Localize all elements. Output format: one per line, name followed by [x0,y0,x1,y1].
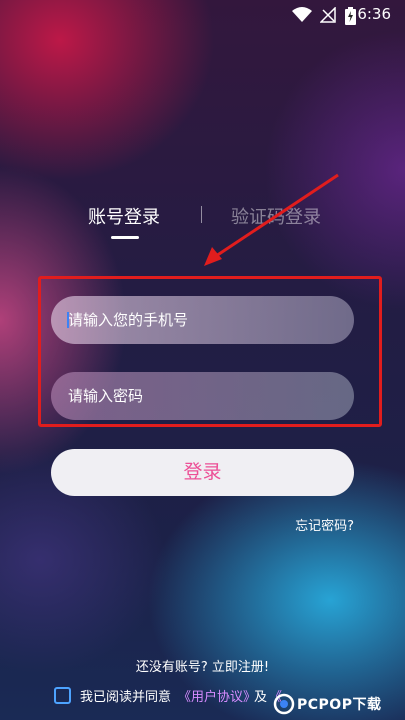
watermark-logo-icon [273,693,295,715]
no-signal-icon [320,7,336,23]
phone-placeholder: 请输入您的手机号 [68,311,189,329]
status-time: 6:36 [357,5,391,23]
phone-input[interactable]: 请输入您的手机号 [51,296,354,344]
password-input[interactable]: 请输入密码 [51,372,354,420]
agreement-and: 及 [254,690,268,705]
wifi-icon [292,7,312,22]
tab-active-indicator [111,236,139,239]
tab-code-login[interactable]: 验证码登录 [231,203,321,229]
tab-account-login[interactable]: 账号登录 [88,203,160,229]
text-caret [67,312,69,328]
watermark-text: PCPOP下载 [297,697,382,713]
login-tabs: 账号登录 验证码登录 [0,200,405,245]
agreement-prefix: 我已阅读并同意 [80,690,172,705]
agreement-checkbox[interactable] [54,687,71,704]
login-button[interactable]: 登录 [51,449,354,496]
watermark: PCPOP下载 [273,690,403,718]
password-placeholder: 请输入密码 [68,387,144,405]
forgot-password-link[interactable]: 忘记密码? [295,515,354,534]
battery-charging-icon [345,7,356,25]
tab-divider [201,206,202,223]
status-bar: 6:36 [0,0,405,30]
user-agreement-link[interactable]: 《用户协议》 [178,686,256,705]
register-prompt[interactable]: 还没有账号? 立即注册! [0,656,405,675]
